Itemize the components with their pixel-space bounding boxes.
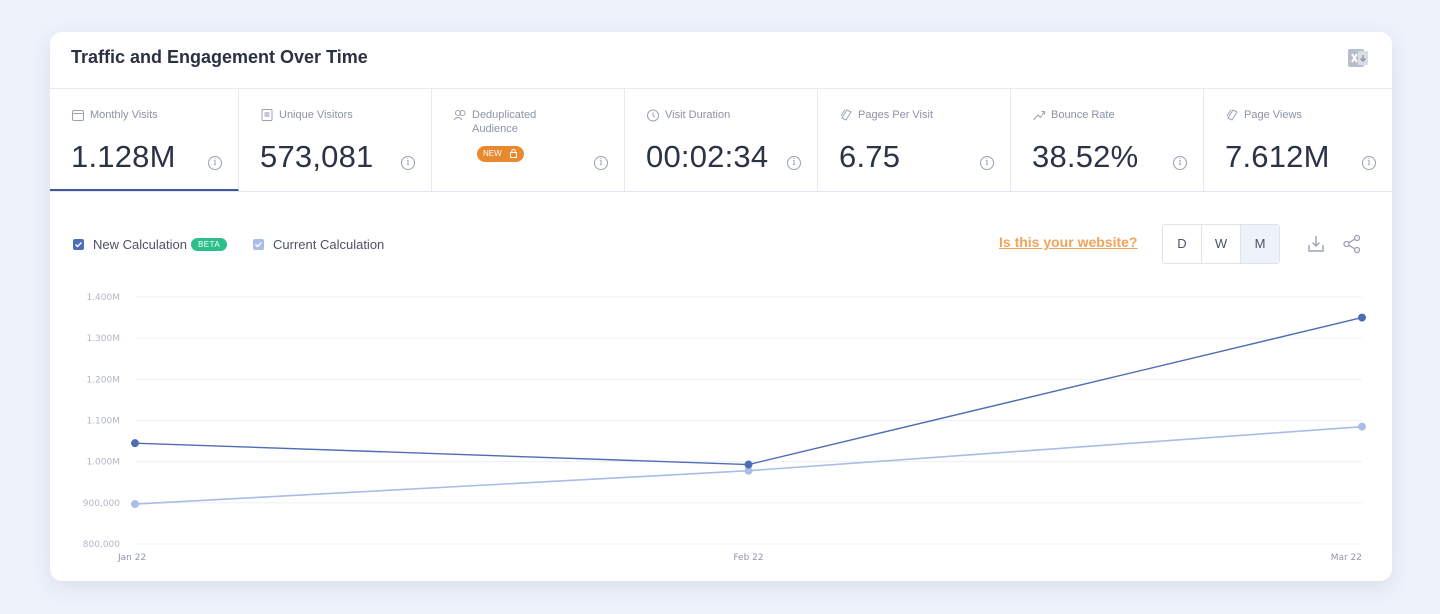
data-point bbox=[1358, 422, 1366, 431]
is-this-your-website-link[interactable]: Is this your website? bbox=[999, 234, 1137, 250]
widget-title: Traffic and Engagement Over Time bbox=[71, 47, 368, 67]
metric-value: 00:02:34 bbox=[646, 139, 769, 174]
metric-tab-deduplicated-audience[interactable]: Deduplicated Audience NEW i bbox=[432, 88, 625, 191]
share-icon[interactable] bbox=[1342, 234, 1362, 254]
legend-label: New Calculation bbox=[93, 237, 187, 252]
widget-header: Traffic and Engagement Over Time bbox=[50, 32, 1392, 89]
y-tick-label: 1.300M bbox=[86, 334, 120, 344]
x-tick-label: Mar 22 bbox=[1331, 553, 1362, 563]
data-point bbox=[131, 439, 139, 448]
new-badge: NEW bbox=[477, 146, 524, 162]
metric-label: Page Views bbox=[1244, 109, 1302, 121]
lock-icon bbox=[510, 149, 517, 158]
y-tick-label: 1.400M bbox=[86, 293, 120, 303]
metric-label: Unique Visitors bbox=[279, 109, 353, 121]
metric-tab-pages-per-visit[interactable]: Pages Per Visit 6.75 i bbox=[818, 88, 1011, 191]
granularity-toggle: D W M bbox=[1162, 224, 1280, 264]
y-tick-label: 1.100M bbox=[86, 417, 120, 427]
metric-tab-bounce-rate[interactable]: Bounce Rate 38.52% i bbox=[1011, 88, 1204, 191]
granularity-week-button[interactable]: W bbox=[1202, 225, 1241, 263]
x-axis-labels: Jan 22 Feb 22 Mar 22 bbox=[117, 553, 1362, 563]
granularity-month-button[interactable]: M bbox=[1241, 225, 1279, 263]
info-icon[interactable]: i bbox=[980, 156, 994, 170]
page-views-icon bbox=[1226, 109, 1238, 121]
metric-label: Bounce Rate bbox=[1051, 109, 1115, 121]
info-icon[interactable]: i bbox=[787, 156, 801, 170]
granularity-day-button[interactable]: D bbox=[1163, 225, 1202, 263]
data-point bbox=[131, 500, 139, 509]
metric-value: 38.52% bbox=[1032, 139, 1139, 174]
metric-value: 573,081 bbox=[260, 139, 374, 174]
info-icon[interactable]: i bbox=[401, 156, 415, 170]
metric-label: Visit Duration bbox=[665, 109, 731, 121]
metric-label: Monthly Visits bbox=[90, 109, 158, 121]
checkbox-icon[interactable] bbox=[73, 239, 84, 250]
chart-series bbox=[131, 313, 1366, 509]
bounce-icon bbox=[1033, 111, 1045, 121]
y-tick-label: 1.200M bbox=[86, 375, 120, 385]
metric-value: 6.75 bbox=[839, 139, 901, 174]
chart-gridlines bbox=[135, 296, 1362, 545]
download-icon[interactable] bbox=[1306, 234, 1326, 254]
y-tick-label: 1.000M bbox=[86, 458, 120, 468]
info-icon[interactable]: i bbox=[594, 156, 608, 170]
x-tick-label: Jan 22 bbox=[117, 553, 146, 563]
pages-icon bbox=[840, 109, 852, 121]
legend-current-calculation[interactable]: Current Calculation bbox=[253, 237, 384, 252]
metric-label: Deduplicated Audience bbox=[472, 109, 537, 135]
metric-value: 1.128M bbox=[71, 139, 176, 174]
metric-tabs: Monthly Visits 1.128M i Unique Visitors … bbox=[50, 88, 1392, 192]
x-tick-label: Feb 22 bbox=[733, 553, 763, 563]
y-tick-label: 900,000 bbox=[83, 499, 120, 509]
metric-tab-visit-duration[interactable]: Visit Duration 00:02:34 i bbox=[625, 88, 818, 191]
info-icon[interactable]: i bbox=[1362, 156, 1376, 170]
audience-icon bbox=[453, 110, 466, 121]
y-axis-labels: 800,000 900,000 1.000M 1.100M 1.200M 1.300M 1.… bbox=[83, 293, 120, 550]
metric-tab-page-views[interactable]: Page Views 7.612M i bbox=[1204, 88, 1392, 191]
info-icon[interactable]: i bbox=[208, 156, 222, 170]
metric-tab-unique-visitors[interactable]: Unique Visitors 573,081 i bbox=[239, 88, 432, 191]
traffic-engagement-widget: Traffic and Engagement Over Time Monthly… bbox=[50, 32, 1392, 581]
clock-icon bbox=[647, 109, 659, 122]
legend-new-calculation[interactable]: New Calculation BETA bbox=[73, 237, 228, 252]
metric-value: 7.612M bbox=[1225, 139, 1330, 174]
checkbox-icon[interactable] bbox=[253, 239, 264, 250]
traffic-line-chart: 800,000 900,000 1.000M 1.100M 1.200M 1.300M 1.… bbox=[83, 293, 1366, 563]
beta-badge: BETA bbox=[190, 238, 228, 251]
data-point bbox=[744, 460, 753, 469]
export-excel-icon[interactable] bbox=[1346, 46, 1370, 70]
series-line-new-calculation bbox=[134, 316, 1363, 466]
info-icon[interactable]: i bbox=[1173, 156, 1187, 170]
metric-label: Pages Per Visit bbox=[858, 109, 934, 121]
data-point bbox=[1358, 313, 1366, 322]
unique-visitors-icon bbox=[261, 109, 273, 121]
y-tick-label: 800,000 bbox=[83, 540, 120, 550]
calendar-icon bbox=[72, 110, 84, 121]
metric-tab-monthly-visits[interactable]: Monthly Visits 1.128M i bbox=[50, 88, 239, 191]
legend-label: Current Calculation bbox=[273, 237, 385, 252]
